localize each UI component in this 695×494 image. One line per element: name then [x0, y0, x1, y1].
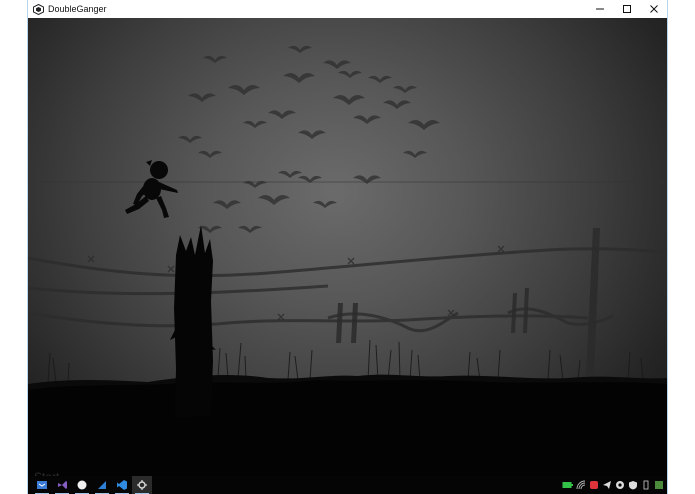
game-viewport[interactable] — [28, 18, 667, 476]
usb-icon — [643, 480, 648, 490]
system-tray — [561, 476, 665, 494]
close-button[interactable] — [640, 0, 667, 18]
telegram-icon — [602, 481, 611, 489]
tray-circle[interactable] — [613, 476, 626, 494]
taskbar-app-4[interactable] — [92, 476, 112, 494]
red-app-icon — [589, 481, 598, 489]
taskbar — [28, 476, 667, 494]
close-icon — [649, 5, 658, 13]
taskbar-app-unity[interactable] — [132, 476, 152, 494]
game-scene — [28, 45, 667, 476]
taskbar-app-3[interactable] — [72, 476, 92, 494]
taskbar-pinned — [28, 476, 152, 494]
ground-foreground — [28, 380, 667, 476]
tray-red-app[interactable] — [587, 476, 600, 494]
minimize-icon — [595, 8, 604, 10]
title-bar[interactable]: DoubleGanger — [28, 0, 667, 18]
vscode-icon — [117, 480, 127, 490]
taskbar-app-1[interactable] — [32, 476, 52, 494]
barbed-wire — [28, 247, 667, 333]
unity-logo-icon — [32, 3, 44, 15]
tray-battery[interactable] — [561, 476, 574, 494]
maximize-button[interactable] — [613, 0, 640, 18]
broken-tree-stump — [170, 225, 216, 418]
taskbar-app-vscode[interactable] — [112, 476, 132, 494]
unity-icon — [137, 480, 147, 490]
tray-usb[interactable] — [639, 476, 652, 494]
green-app-icon — [654, 481, 663, 489]
screen: DoubleGanger — [0, 0, 695, 494]
window-controls — [586, 0, 667, 18]
bird-flock — [178, 45, 440, 233]
silhouette-boy-running[interactable] — [125, 160, 178, 218]
wifi-icon — [576, 480, 585, 490]
tray-green[interactable] — [652, 476, 665, 494]
minimize-button[interactable] — [586, 0, 613, 18]
white-circle-icon — [77, 480, 87, 490]
blue-sail-icon — [98, 481, 106, 489]
battery-icon — [562, 482, 573, 488]
circle-app-icon — [615, 481, 624, 489]
tray-wifi[interactable] — [574, 476, 587, 494]
taskbar-app-visual-studio[interactable] — [52, 476, 72, 494]
window-title: DoubleGanger — [48, 4, 107, 14]
game-window: DoubleGanger — [27, 0, 668, 494]
maximize-icon — [622, 5, 631, 13]
visual-studio-icon — [58, 481, 67, 489]
tray-telegram[interactable] — [600, 476, 613, 494]
tray-shield[interactable] — [626, 476, 639, 494]
blue-app-icon — [37, 481, 47, 489]
shield-icon — [628, 481, 637, 490]
